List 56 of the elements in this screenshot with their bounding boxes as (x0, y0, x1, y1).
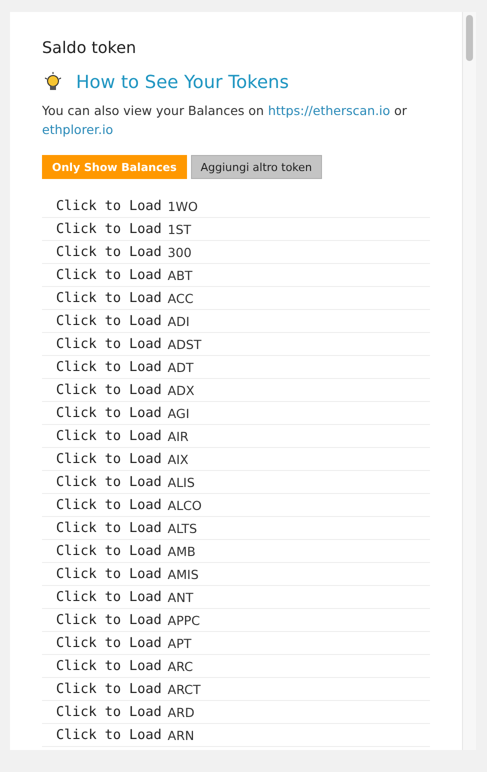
load-link[interactable]: Click to Load (56, 313, 162, 329)
panel-title: Saldo token (42, 38, 138, 57)
etherscan-link[interactable]: https://etherscan.io (268, 103, 390, 118)
load-link[interactable]: Click to Load (56, 244, 162, 260)
load-link[interactable]: Click to Load (56, 566, 162, 582)
load-link[interactable]: Click to Load (56, 451, 162, 467)
load-link[interactable]: Click to Load (56, 382, 162, 398)
token-symbol: AMB (168, 544, 196, 558)
load-link[interactable]: Click to Load (56, 198, 162, 214)
token-symbol: AIR (168, 428, 189, 444)
token-symbol: ADI (168, 314, 190, 328)
load-link[interactable]: Click to Load (56, 635, 162, 651)
load-link[interactable]: Click to Load (56, 727, 162, 743)
load-link[interactable]: Click to Load (56, 612, 162, 628)
token-symbol: APPC (168, 612, 200, 628)
token-symbol: ARN (168, 728, 194, 742)
token-symbol: ADT (168, 360, 194, 374)
load-link[interactable]: Click to Load (56, 520, 162, 536)
token-symbol: ARCT (168, 682, 201, 696)
add-token-button[interactable]: Aggiungi altro token (190, 155, 322, 179)
token-symbol: ARD (168, 704, 195, 720)
token-symbol: 300 (168, 244, 192, 260)
token-symbol: ARC (168, 658, 194, 674)
token-symbol: 1ST (168, 222, 192, 236)
load-link[interactable]: Click to Load (56, 474, 162, 490)
token-symbol: 1WO (168, 198, 198, 214)
load-link[interactable]: Click to Load (56, 405, 162, 421)
token-symbol: ACC (168, 290, 194, 306)
scrollbar[interactable] (462, 12, 476, 750)
token-symbol: AIX (168, 452, 188, 466)
load-link[interactable]: Click to Load (56, 221, 162, 237)
token-symbol: ALCO (168, 498, 202, 512)
token-symbol: ALTS (168, 520, 198, 536)
token-symbol: AMIS (168, 566, 199, 582)
load-link[interactable]: Click to Load (56, 336, 162, 352)
scrollbar-thumb[interactable] (466, 15, 473, 61)
token-symbol: ANT (168, 590, 194, 604)
load-link[interactable]: Click to Load (56, 359, 162, 375)
help-text: You can also view your Balances on https://etherscan.io or ethplorer.io (42, 102, 408, 139)
token-symbol: ADST (168, 336, 202, 352)
load-link[interactable]: Click to Load (56, 681, 162, 697)
lightbulb-icon (42, 71, 64, 93)
load-link[interactable]: Click to Load (56, 704, 162, 720)
load-link[interactable]: Click to Load (56, 497, 162, 513)
load-link[interactable]: Click to Load (56, 267, 162, 283)
token-symbol: APT (168, 636, 192, 650)
token-symbol: ABT (168, 268, 192, 282)
load-link[interactable]: Click to Load (56, 543, 162, 559)
token-symbol: ADX (168, 382, 194, 398)
load-link[interactable]: Click to Load (56, 428, 162, 444)
load-link[interactable]: Click to Load (56, 658, 162, 674)
load-link[interactable]: Click to Load (56, 589, 162, 605)
token-symbol: ALIS (168, 474, 195, 490)
token-symbol: AGI (168, 406, 190, 420)
ethplorer-link[interactable]: ethplorer.io (42, 122, 114, 137)
load-link[interactable]: Click to Load (56, 290, 162, 306)
